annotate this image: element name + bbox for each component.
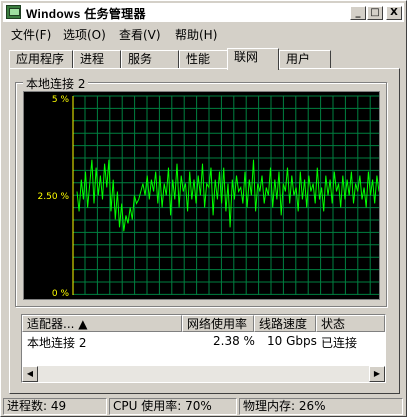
status-bar: 进程数: 49 CPU 使用率: 70% 物理内存: 26%	[3, 397, 404, 416]
column-usage[interactable]: 网络使用率	[182, 315, 254, 332]
tab-applications[interactable]: 应用程序	[9, 50, 73, 69]
row-speed: 10 Gbps	[267, 334, 317, 348]
status-memory: 物理内存: 26%	[239, 398, 403, 415]
scroll-right-icon[interactable]: ▶	[369, 366, 385, 382]
scroll-left-icon[interactable]: ◀	[22, 366, 38, 382]
column-status[interactable]: 状态	[316, 315, 385, 332]
menu-file[interactable]: 文件(F)	[11, 26, 51, 43]
menu-help[interactable]: 帮助(H)	[175, 26, 217, 43]
status-process-count: 进程数: 49	[3, 398, 107, 415]
task-manager-icon	[6, 5, 21, 19]
title-bar[interactable]: Windows 任务管理器 _ □ X	[3, 3, 404, 22]
column-adapter[interactable]: 适配器... ▲	[22, 315, 182, 332]
menu-bar: 文件(F) 选项(O) 查看(V) 帮助(H)	[3, 23, 404, 43]
list-header: 适配器... ▲ 网络使用率 线路速度 状态	[22, 315, 385, 332]
graph-group-title: 本地连接 2	[23, 75, 89, 92]
row-usage: 2.38 %	[213, 334, 255, 348]
task-manager-window: Windows 任务管理器 _ □ X 文件(F) 选项(O) 查看(V) 帮助…	[0, 0, 407, 417]
close-button[interactable]: X	[386, 6, 402, 20]
y-label-min: 0 %	[52, 289, 70, 299]
tab-strip: 应用程序 进程 服务 性能 联网 用户	[9, 48, 400, 70]
y-label-max: 5 %	[52, 95, 70, 105]
window-title: Windows 任务管理器	[26, 7, 146, 21]
y-label-mid: 2.50 %	[38, 192, 70, 202]
menu-view[interactable]: 查看(V)	[119, 26, 161, 43]
horizontal-scrollbar[interactable]: ◀ ▶	[22, 366, 385, 382]
tab-processes[interactable]: 进程	[73, 50, 121, 69]
graph-canvas: 5 % 2.50 % 0 %	[38, 95, 380, 299]
tab-users[interactable]: 用户	[279, 50, 331, 69]
maximize-button[interactable]: □	[367, 6, 383, 20]
minimize-button[interactable]: _	[350, 6, 366, 20]
tab-networking[interactable]: 联网	[227, 48, 279, 70]
adapter-list[interactable]: 适配器... ▲ 网络使用率 线路速度 状态 本地连接 2 2.38 % 10 …	[21, 314, 386, 383]
row-status: 已连接	[321, 336, 358, 350]
network-usage-graph: 5 % 2.50 % 0 %	[23, 91, 380, 300]
menu-options[interactable]: 选项(O)	[63, 26, 106, 43]
status-cpu-usage: CPU 使用率: 70%	[109, 398, 237, 415]
row-adapter-name[interactable]: 本地连接 2	[27, 334, 86, 351]
tab-services[interactable]: 服务	[121, 50, 179, 69]
column-speed[interactable]: 线路速度	[254, 315, 316, 332]
tab-performance[interactable]: 性能	[179, 50, 229, 69]
